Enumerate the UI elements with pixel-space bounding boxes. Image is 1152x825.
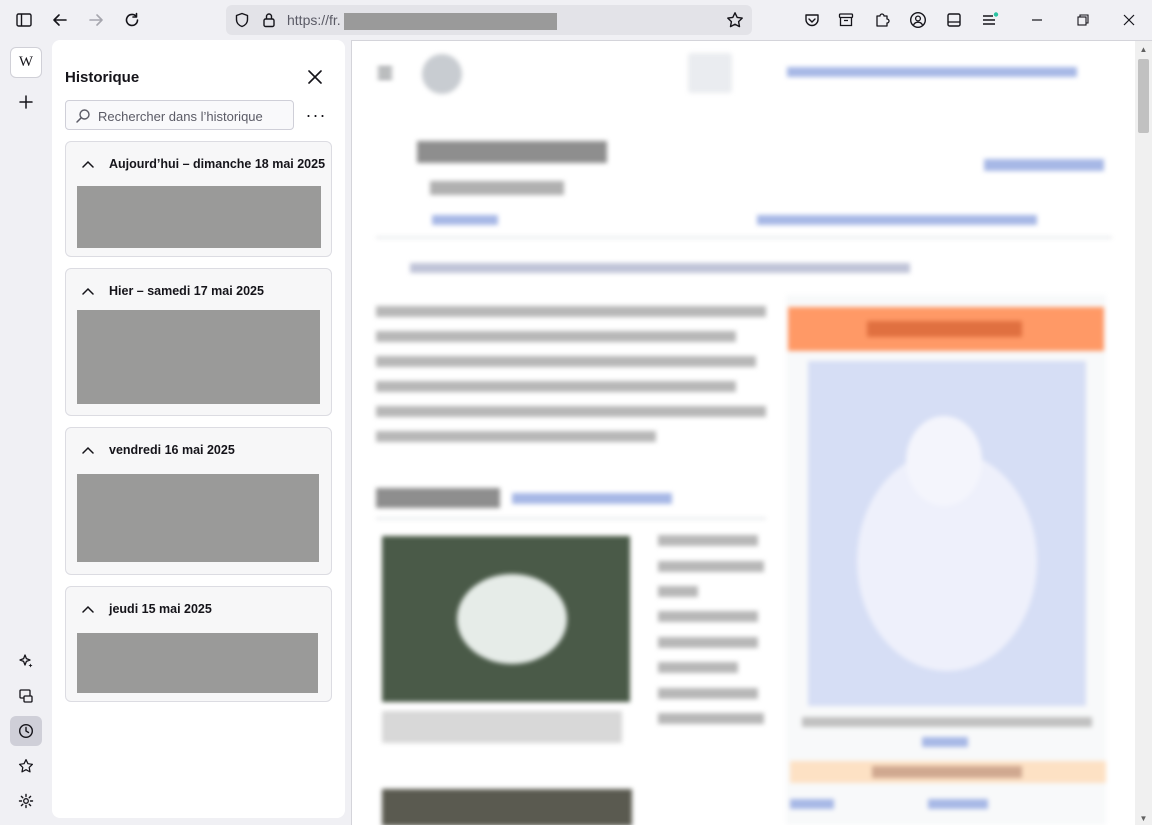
lock-icon[interactable] xyxy=(259,10,279,30)
scroll-down-arrow-icon[interactable]: ▼ xyxy=(1135,810,1152,825)
group-label: jeudi 15 mai 2025 xyxy=(109,602,212,616)
history-entries-redacted xyxy=(77,186,321,248)
restore-icon[interactable] xyxy=(1069,6,1097,34)
history-group-today: Aujourd’hui – dimanche 18 mai 2025 xyxy=(65,141,332,257)
group-header[interactable]: jeudi 15 mai 2025 xyxy=(76,599,212,619)
web-content[interactable]: ▲ ▼ xyxy=(351,40,1152,825)
forward-arrow-icon[interactable] xyxy=(82,6,110,34)
history-panel: Historique ··· Aujourd’hui – dimanche 18… xyxy=(52,40,345,818)
group-label: Aujourd’hui – dimanche 18 mai 2025 xyxy=(109,157,326,171)
search-icon xyxy=(76,109,90,123)
blurred-page xyxy=(352,41,1152,825)
group-label: vendredi 16 mai 2025 xyxy=(109,443,235,457)
history-search[interactable] xyxy=(65,100,294,130)
scroll-thumb[interactable] xyxy=(1138,59,1149,133)
history-group-friday: vendredi 16 mai 2025 xyxy=(65,427,332,575)
minimize-icon[interactable] xyxy=(1023,6,1051,34)
history-clock-icon[interactable] xyxy=(10,716,42,746)
sidebar-toggle-icon[interactable] xyxy=(10,6,38,34)
group-header[interactable]: Hier – samedi 17 mai 2025 xyxy=(76,281,264,301)
wiki-tile-letter: W xyxy=(18,54,34,70)
chevron-up-icon[interactable] xyxy=(76,155,100,173)
settings-gear-icon[interactable] xyxy=(10,786,42,816)
group-header[interactable]: Aujourd’hui – dimanche 18 mai 2025 xyxy=(76,154,325,174)
page-scrollbar[interactable]: ▲ ▼ xyxy=(1135,41,1152,825)
wikipedia-tab-tile[interactable]: W xyxy=(10,47,42,78)
sidebar-rail: W xyxy=(0,40,51,825)
chevron-up-icon[interactable] xyxy=(76,600,100,618)
search-input[interactable] xyxy=(98,106,290,126)
blurred-page-illustration xyxy=(376,53,1112,825)
reader-view-icon[interactable] xyxy=(940,6,968,34)
url-redaction xyxy=(344,13,557,30)
ai-sparkle-icon[interactable] xyxy=(10,646,42,676)
hamburger-menu-icon[interactable] xyxy=(976,6,1004,34)
browser-toolbar: https://fr. xyxy=(0,0,1152,40)
chevron-up-icon[interactable] xyxy=(76,282,100,300)
archive-icon[interactable] xyxy=(832,6,860,34)
puzzle-icon[interactable] xyxy=(868,6,896,34)
bookmark-star-icon[interactable] xyxy=(725,10,745,30)
close-window-icon[interactable] xyxy=(1115,6,1143,34)
new-tab-plus-icon[interactable] xyxy=(10,87,42,117)
url-text[interactable]: https://fr. xyxy=(287,12,341,28)
reload-icon[interactable] xyxy=(118,6,146,34)
account-icon[interactable] xyxy=(904,6,932,34)
back-arrow-icon[interactable] xyxy=(46,6,74,34)
shield-icon[interactable] xyxy=(232,10,252,30)
synced-tabs-icon[interactable] xyxy=(10,681,42,711)
history-group-thursday: jeudi 15 mai 2025 xyxy=(65,586,332,702)
bookmarks-star-icon[interactable] xyxy=(10,751,42,781)
close-panel-icon[interactable] xyxy=(303,65,327,89)
chevron-up-icon[interactable] xyxy=(76,441,100,459)
pocket-icon[interactable] xyxy=(798,6,826,34)
group-label: Hier – samedi 17 mai 2025 xyxy=(109,284,264,298)
history-group-yesterday: Hier – samedi 17 mai 2025 xyxy=(65,268,332,416)
history-entries-redacted xyxy=(77,310,320,404)
scroll-up-arrow-icon[interactable]: ▲ xyxy=(1135,41,1152,57)
more-options-button[interactable]: ··· xyxy=(302,103,330,127)
history-entries-redacted xyxy=(77,474,319,562)
history-entries-redacted xyxy=(77,633,318,693)
panel-title: Historique xyxy=(65,69,140,86)
group-header[interactable]: vendredi 16 mai 2025 xyxy=(76,440,235,460)
